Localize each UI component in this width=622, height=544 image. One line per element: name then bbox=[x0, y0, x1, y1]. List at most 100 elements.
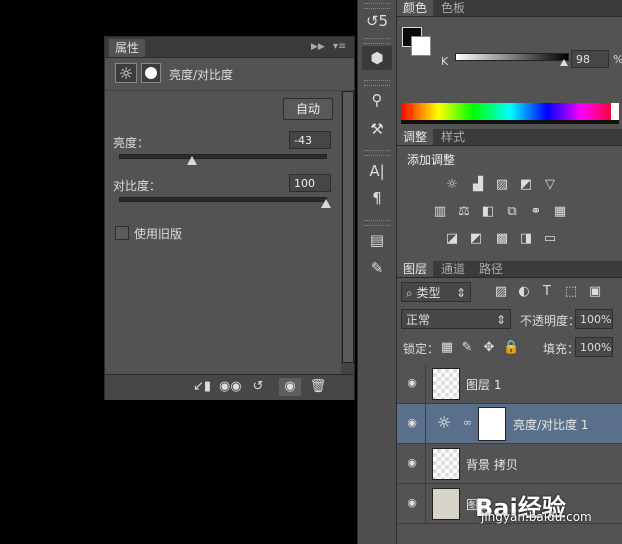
exposure-icon[interactable]: ◩ bbox=[517, 176, 535, 194]
dock-grip[interactable] bbox=[364, 150, 390, 156]
dock-grip[interactable] bbox=[364, 220, 390, 226]
eye-icon[interactable]: ◉ bbox=[405, 376, 419, 390]
layer-name[interactable]: 亮度/对比度 1 bbox=[513, 416, 589, 433]
color-balance-icon[interactable]: ⚖ bbox=[455, 203, 473, 221]
filter-adjustment-icon[interactable]: ◐ bbox=[516, 284, 532, 300]
layer-filter-dropdown[interactable]: ⌕ 类型 ⇕ bbox=[401, 282, 471, 302]
contrast-label: 对比度： bbox=[113, 179, 162, 193]
reset-icon[interactable]: ↺ bbox=[247, 378, 269, 396]
properties-panel-header: 属性 ▶▶ ▾≡ bbox=[105, 37, 354, 58]
hue-saturation-icon[interactable]: ▥ bbox=[431, 203, 449, 221]
brightness-value-field[interactable]: -43 bbox=[289, 131, 331, 149]
fill-value-field[interactable]: 100% bbox=[575, 337, 613, 357]
dock-grip[interactable] bbox=[364, 38, 390, 44]
contrast-slider-thumb[interactable] bbox=[321, 199, 331, 208]
properties-scrollbar[interactable] bbox=[341, 91, 354, 374]
layer-name[interactable]: 图层 1 bbox=[466, 376, 501, 393]
layer-thumbnail[interactable] bbox=[432, 368, 460, 400]
filter-type-icon[interactable]: T bbox=[539, 284, 555, 300]
tab-styles[interactable]: 样式 bbox=[435, 129, 471, 145]
spectrum-white-swatch[interactable] bbox=[611, 103, 619, 120]
black-white-icon[interactable]: ◧ bbox=[479, 203, 497, 221]
history-icon[interactable]: ↺5 bbox=[362, 9, 392, 33]
eye-icon[interactable]: ◉ bbox=[279, 378, 301, 396]
opacity-label: 不透明度： bbox=[520, 314, 581, 328]
threshold-icon[interactable]: ▩ bbox=[493, 230, 511, 248]
channel-mixer-icon[interactable]: ⚭ bbox=[527, 203, 545, 221]
adjustments-panel-tabbar: 调整 样式 bbox=[397, 129, 622, 146]
eye-icon[interactable]: ◉ bbox=[405, 496, 419, 510]
gradient-map-icon[interactable]: ▭ bbox=[541, 230, 559, 248]
lock-transparency-icon[interactable]: ▦ bbox=[439, 340, 455, 356]
info-icon[interactable]: ✎ bbox=[362, 256, 392, 280]
eye-icon[interactable]: ◉ bbox=[405, 456, 419, 470]
layer-row[interactable]: ◉ 图层 1 bbox=[397, 364, 622, 404]
tab-layers[interactable]: 图层 bbox=[397, 261, 434, 277]
brightness-label: 亮度： bbox=[113, 136, 150, 150]
brightness-slider-thumb[interactable] bbox=[187, 156, 197, 165]
legacy-checkbox[interactable] bbox=[115, 226, 129, 240]
lock-pixels-icon[interactable]: ✎ bbox=[459, 340, 475, 356]
brightness-adjustment-icon[interactable]: ☼ bbox=[115, 63, 137, 83]
invert-icon[interactable]: ◪ bbox=[443, 230, 461, 248]
view-previous-state-icon[interactable]: ◉◉ bbox=[219, 378, 242, 396]
photo-filter-icon[interactable]: ⧉ bbox=[503, 203, 521, 221]
layer-mask-icon[interactable] bbox=[141, 63, 161, 83]
background-color-swatch[interactable] bbox=[411, 36, 431, 56]
layers-panel-tabbar: 图层 通道 路径 bbox=[397, 261, 622, 278]
curves-icon[interactable]: ▨ bbox=[493, 176, 511, 194]
color-lookup-icon[interactable]: ▦ bbox=[551, 203, 569, 221]
blend-mode-dropdown[interactable]: 正常 ⇕ bbox=[401, 309, 511, 329]
tool-presets-icon[interactable]: ⚒ bbox=[362, 117, 392, 141]
panel-menu-icon[interactable]: ▾≡ bbox=[333, 39, 351, 55]
filter-smart-object-icon[interactable]: ▣ bbox=[587, 284, 603, 300]
notes-icon[interactable]: ▤ bbox=[362, 228, 392, 252]
legacy-checkbox-label: 使用旧版 bbox=[134, 227, 183, 241]
vibrance-icon[interactable]: ▽ bbox=[541, 176, 559, 194]
filter-shape-icon[interactable]: ⬚ bbox=[563, 284, 579, 300]
3d-cube-icon[interactable]: ⬢ bbox=[362, 46, 392, 70]
tab-adjustments[interactable]: 调整 bbox=[397, 129, 434, 145]
scrollbar-thumb[interactable] bbox=[342, 91, 354, 363]
link-icon[interactable]: ∞ bbox=[463, 416, 472, 429]
dock-grip[interactable] bbox=[364, 80, 390, 86]
brightness-contrast-layer-icon[interactable]: ☼ bbox=[433, 413, 455, 433]
levels-icon[interactable]: ▟ bbox=[469, 176, 487, 194]
filter-pixel-icon[interactable]: ▨ bbox=[493, 284, 509, 300]
brightness-contrast-icon[interactable]: ☼ bbox=[443, 176, 461, 194]
tab-swatches[interactable]: 色板 bbox=[435, 0, 471, 16]
k-channel-slider[interactable] bbox=[455, 53, 569, 61]
layer-row-selected[interactable]: ◉ ☼ ∞ 亮度/对比度 1 bbox=[397, 404, 622, 444]
auto-button[interactable]: 自动 bbox=[283, 98, 333, 120]
k-channel-thumb[interactable] bbox=[560, 59, 568, 66]
tab-properties[interactable]: 属性 bbox=[109, 39, 145, 57]
paragraph-icon[interactable]: ¶ bbox=[362, 186, 392, 210]
posterize-icon[interactable]: ◩ bbox=[467, 230, 485, 248]
lock-all-icon[interactable]: 🔒 bbox=[503, 340, 519, 356]
tab-paths[interactable]: 路径 bbox=[473, 261, 509, 277]
color-spectrum-ramp[interactable] bbox=[401, 103, 619, 120]
lock-position-icon[interactable]: ✥ bbox=[481, 340, 497, 356]
spectrum-black-swatch[interactable] bbox=[401, 120, 619, 124]
chevron-updown-icon: ⇕ bbox=[455, 286, 466, 300]
contrast-slider-track[interactable] bbox=[119, 197, 327, 202]
watermark-url: jingyan.baidu.com bbox=[481, 510, 592, 524]
tab-color[interactable]: 颜色 bbox=[397, 0, 434, 16]
double-chevron-right-icon[interactable]: ▶▶ bbox=[311, 39, 327, 55]
layer-mask-thumbnail[interactable] bbox=[478, 407, 506, 441]
opacity-value-field[interactable]: 100% bbox=[575, 309, 613, 329]
baidu-jingyan-watermark: Bai经验 jingyan.baidu.com bbox=[455, 470, 622, 530]
eye-icon[interactable]: ◉ bbox=[405, 416, 419, 430]
brightness-slider-track[interactable] bbox=[119, 154, 327, 159]
color-panel-tabbar: 颜色 色板 bbox=[397, 0, 622, 17]
k-channel-value[interactable]: 98 bbox=[571, 50, 609, 68]
contrast-value-field[interactable]: 100 bbox=[289, 174, 331, 192]
layer-divider bbox=[425, 444, 426, 483]
tab-channels[interactable]: 通道 bbox=[435, 261, 471, 277]
trash-icon[interactable]: 🗑 bbox=[307, 378, 329, 396]
character-icon[interactable]: A| bbox=[362, 159, 392, 183]
brush-presets-icon[interactable]: ⚲ bbox=[362, 88, 392, 112]
selective-color-icon[interactable]: ◨ bbox=[517, 230, 535, 248]
right-panels: 颜色 色板 K 98 % 调整 样式 添加调整 ☼ ▟ ▨ ◩ ▽ ▥ ⚖ ◧ … bbox=[397, 0, 622, 544]
clip-to-layer-icon[interactable]: ↙▮ bbox=[191, 378, 213, 396]
